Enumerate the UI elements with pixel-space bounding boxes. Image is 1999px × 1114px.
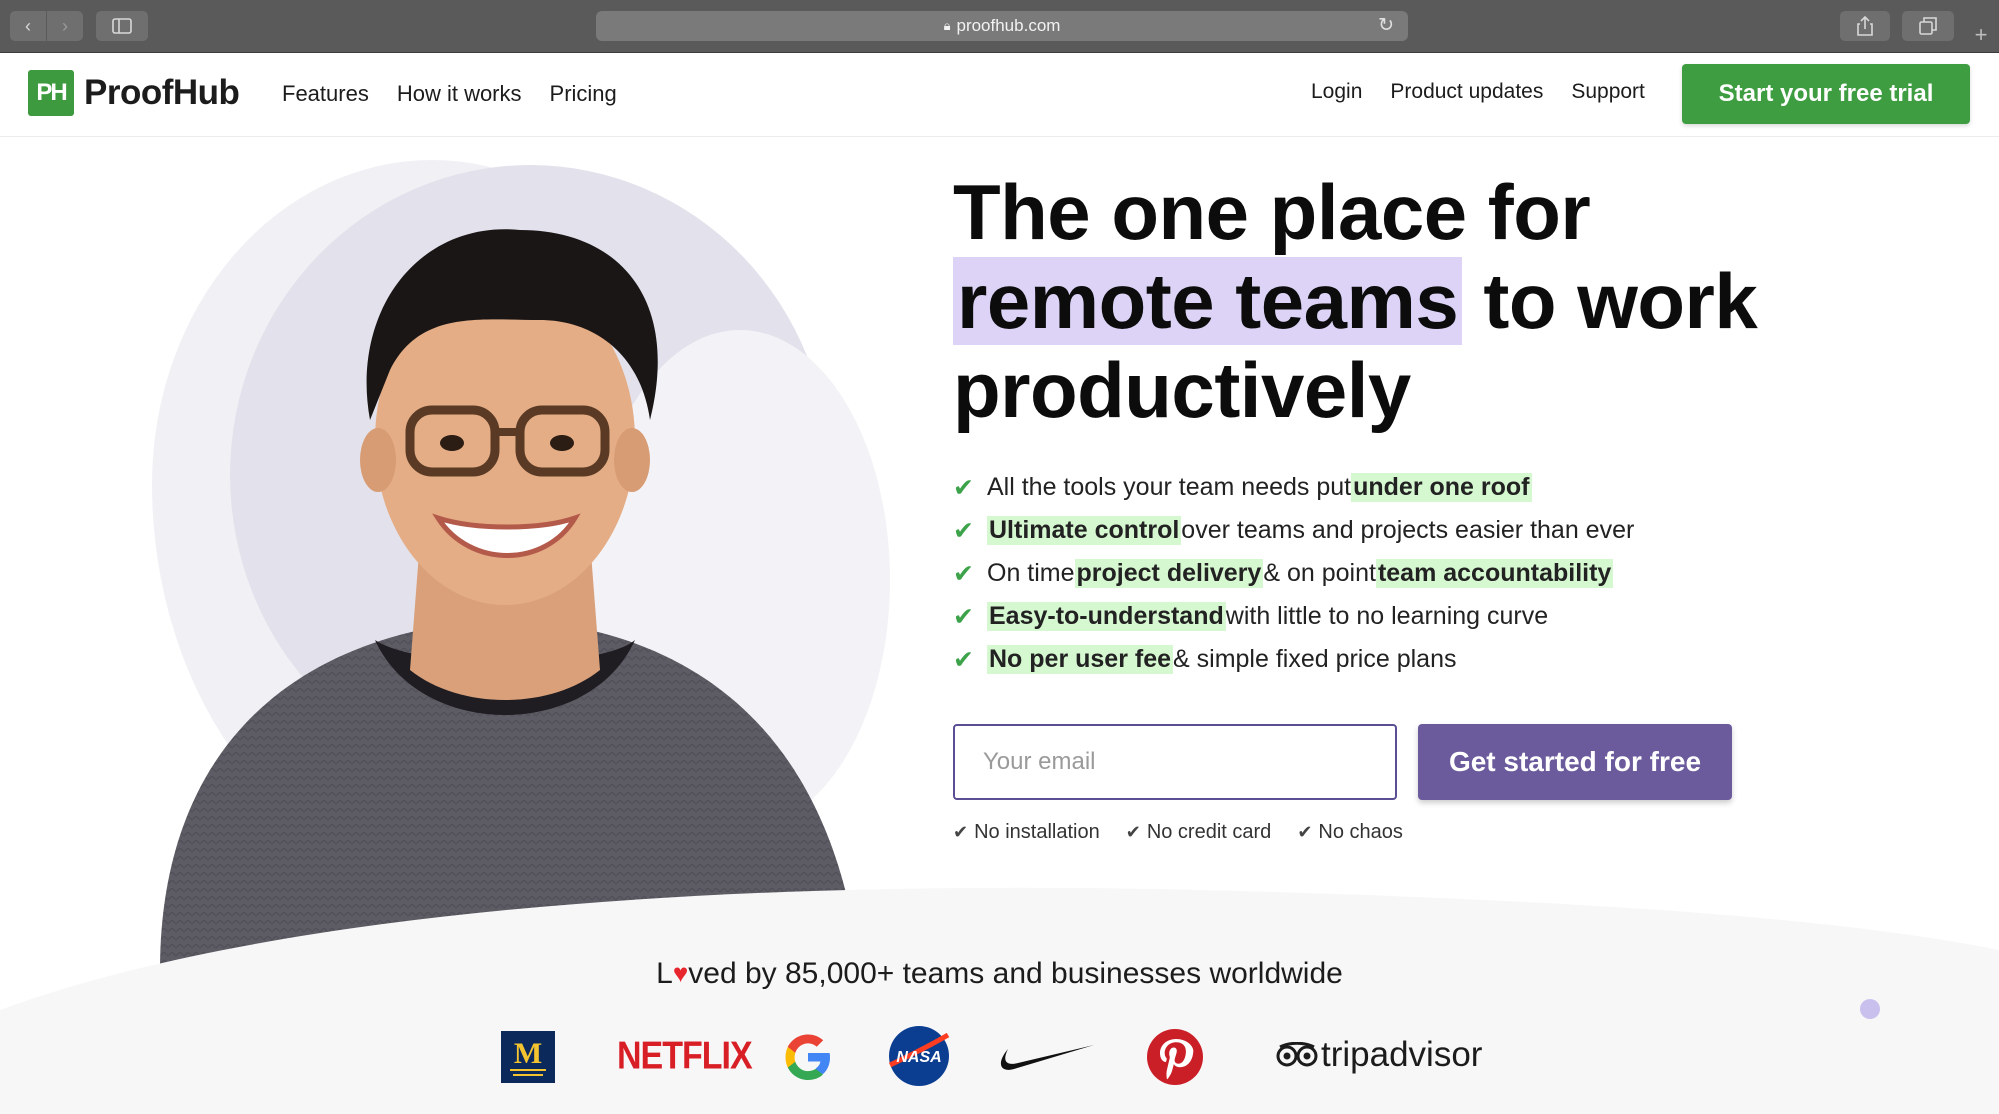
hero-headline: The one place for remote teams to work p… xyxy=(953,168,1853,435)
nav-login[interactable]: Login xyxy=(1311,80,1362,104)
perk-label: No installation xyxy=(974,821,1100,843)
feature-item: ✔ Easy-to-understand with little to no l… xyxy=(953,595,1634,638)
check-icon: ✔ xyxy=(953,516,974,545)
check-icon: ✔ xyxy=(1125,822,1141,842)
proofhub-logo[interactable]: PH ProofHub xyxy=(28,70,240,116)
back-button[interactable]: ‹ xyxy=(10,11,46,41)
main-nav: Features How it works Pricing xyxy=(282,81,617,107)
chevron-right-icon: › xyxy=(62,15,68,36)
feature-text: All the tools your team needs put xyxy=(987,473,1352,501)
pinterest-logo xyxy=(1147,1029,1203,1085)
email-input[interactable]: Your email xyxy=(953,724,1397,800)
nasa-logo: NASA xyxy=(888,1026,950,1086)
chat-launcher-dot[interactable] xyxy=(1860,999,1880,1019)
email-placeholder: Your email xyxy=(983,748,1096,775)
sidebar-icon xyxy=(112,18,132,34)
perk-item: ✔ No chaos xyxy=(1297,821,1403,844)
perks-row: ✔ No installation ✔ No credit card ✔ No cha… xyxy=(953,821,1403,844)
headline-highlight: remote teams xyxy=(953,257,1463,345)
feature-highlight: Easy-to-understand xyxy=(987,602,1226,631)
nav-how-it-works[interactable]: How it works xyxy=(397,81,522,107)
feature-highlight: Ultimate control xyxy=(987,516,1182,545)
start-free-trial-button[interactable]: Start your free trial xyxy=(1682,64,1970,124)
heart-icon: ♥ xyxy=(672,958,689,988)
lock-icon: 🔒︎ xyxy=(943,18,951,33)
logo-mark: PH xyxy=(28,70,74,116)
netflix-logo: NETFLIX xyxy=(617,1034,753,1078)
feature-text: over teams and projects easier than ever xyxy=(1181,516,1635,544)
forward-button[interactable]: › xyxy=(47,11,83,41)
nav-features[interactable]: Features xyxy=(282,81,369,107)
perk-item: ✔ No credit card xyxy=(1126,821,1272,844)
nav-support[interactable]: Support xyxy=(1571,80,1645,104)
address-bar[interactable]: 🔒︎ proofhub.com ↻ xyxy=(596,11,1408,41)
google-logo xyxy=(785,1034,830,1080)
headline-line-3: productively xyxy=(953,346,1411,434)
reload-icon[interactable]: ↻ xyxy=(1378,14,1394,37)
hero-person-image xyxy=(160,229,860,970)
loved-suffix: ved by 85,000+ teams and businesses worl… xyxy=(688,957,1343,990)
feature-highlight: No per user fee xyxy=(987,645,1174,674)
feature-highlight: project delivery xyxy=(1074,559,1264,588)
share-button[interactable] xyxy=(1840,11,1890,41)
tripadvisor-owl-icon xyxy=(1276,1042,1318,1067)
michigan-medicine-logo: M xyxy=(501,1031,555,1083)
feature-item: ✔ No per user fee & simple fixed price p… xyxy=(953,638,1634,681)
feature-text: & simple fixed price plans xyxy=(1173,645,1457,673)
perk-item: ✔ No installation xyxy=(953,821,1100,844)
check-icon: ✔ xyxy=(953,822,969,842)
utility-nav: Login Product updates Support xyxy=(1311,80,1645,104)
brand-logos: M NETFLIX NASA tripadvisor xyxy=(0,1025,1999,1091)
headline-line-1: The one place for xyxy=(953,168,1591,256)
check-icon: ✔ xyxy=(1297,822,1313,842)
feature-item: ✔ Ultimate control over teams and projec… xyxy=(953,509,1634,552)
browser-toolbar: ‹ › 🔒︎ proofhub.com ↻ + xyxy=(0,0,1999,53)
nav-pricing[interactable]: Pricing xyxy=(550,81,617,107)
get-started-button[interactable]: Get started for free xyxy=(1418,724,1732,800)
loved-by-text: L♥ved by 85,000+ teams and businesses wo… xyxy=(0,957,1999,991)
feature-text: with little to no learning curve xyxy=(1225,602,1549,630)
nike-logo xyxy=(1000,1045,1094,1070)
feature-highlight: team accountability xyxy=(1375,559,1614,588)
check-icon: ✔ xyxy=(953,473,974,502)
check-icon: ✔ xyxy=(953,645,974,674)
share-icon xyxy=(1857,16,1873,36)
feature-text: & on point xyxy=(1263,559,1376,587)
plus-icon: + xyxy=(1974,22,1988,47)
feature-item: ✔ On time project delivery & on point te… xyxy=(953,552,1634,595)
check-icon: ✔ xyxy=(953,602,974,631)
perk-label: No chaos xyxy=(1318,821,1403,843)
feature-highlight: under one roof xyxy=(1351,473,1532,502)
nav-product-updates[interactable]: Product updates xyxy=(1390,80,1543,104)
site-header: PH ProofHub Features How it works Pricin… xyxy=(0,53,1999,137)
svg-text:M: M xyxy=(514,1037,542,1070)
new-tab-button[interactable]: + xyxy=(1966,20,1996,50)
chevron-left-icon: ‹ xyxy=(25,15,31,36)
feature-text: On time xyxy=(987,559,1075,587)
check-icon: ✔ xyxy=(953,559,974,588)
tabs-icon xyxy=(1919,17,1937,35)
sidebar-toggle-button[interactable] xyxy=(96,11,148,41)
svg-text:NASA: NASA xyxy=(896,1049,941,1066)
url-text: proofhub.com xyxy=(956,16,1061,35)
tripadvisor-logo: tripadvisor xyxy=(1276,1035,1482,1075)
tripadvisor-wordmark: tripadvisor xyxy=(1321,1035,1483,1074)
tabs-overview-button[interactable] xyxy=(1902,11,1954,41)
loved-prefix: L xyxy=(656,957,673,990)
logo-text: ProofHub xyxy=(84,73,240,112)
perk-label: No credit card xyxy=(1146,821,1272,843)
feature-list: ✔ All the tools your team needs put unde… xyxy=(953,466,1634,681)
feature-item: ✔ All the tools your team needs put unde… xyxy=(953,466,1634,509)
headline-line-2-rest: to work xyxy=(1462,257,1758,345)
